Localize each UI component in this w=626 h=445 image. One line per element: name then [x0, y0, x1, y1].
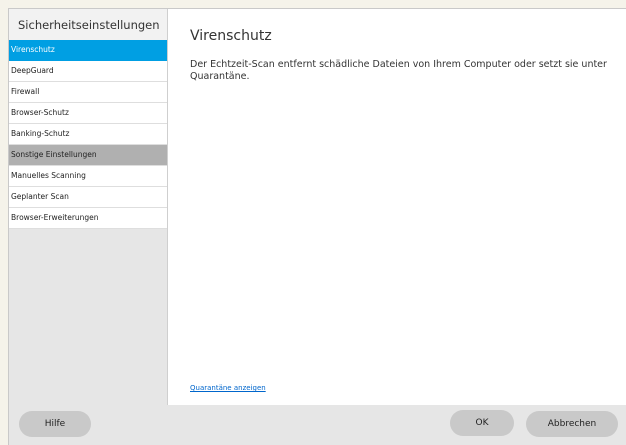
sidebar-item-browser-schutz[interactable]: Browser-Schutz: [9, 103, 167, 124]
sidebar-item-firewall[interactable]: Firewall: [9, 82, 167, 103]
sidebar-item-sonstige-einstellungen[interactable]: Sonstige Einstellungen: [9, 145, 167, 166]
sidebar-nav: Virenschutz DeepGuard Firewall Browser-S…: [9, 40, 167, 229]
sidebar-item-geplanter-scan[interactable]: Geplanter Scan: [9, 187, 167, 208]
settings-window: Sicherheitseinstellungen Virenschutz Dee…: [8, 8, 626, 445]
sidebar-item-browser-erweiterungen[interactable]: Browser-Erweiterungen: [9, 208, 167, 229]
quarantine-link[interactable]: Quarantäne anzeigen: [190, 384, 266, 392]
sidebar-item-banking-schutz[interactable]: Banking-Schutz: [9, 124, 167, 145]
help-button[interactable]: Hilfe: [19, 411, 91, 437]
page-description: Der Echtzeit-Scan entfernt schädliche Da…: [190, 59, 607, 82]
sidebar-item-deepguard[interactable]: DeepGuard: [9, 61, 167, 82]
ok-button[interactable]: OK: [450, 410, 514, 436]
cancel-button[interactable]: Abbrechen: [526, 411, 618, 437]
sidebar: Sicherheitseinstellungen Virenschutz Dee…: [9, 9, 168, 405]
sidebar-title: Sicherheitseinstellungen: [9, 9, 167, 40]
sidebar-item-manuelles-scanning[interactable]: Manuelles Scanning: [9, 166, 167, 187]
footer-bar: Hilfe OK Abbrechen: [9, 405, 626, 445]
sidebar-item-virenschutz[interactable]: Virenschutz: [9, 40, 167, 61]
content-panel: Virenschutz Der Echtzeit-Scan entfernt s…: [168, 9, 626, 405]
page-title: Virenschutz: [190, 28, 272, 44]
